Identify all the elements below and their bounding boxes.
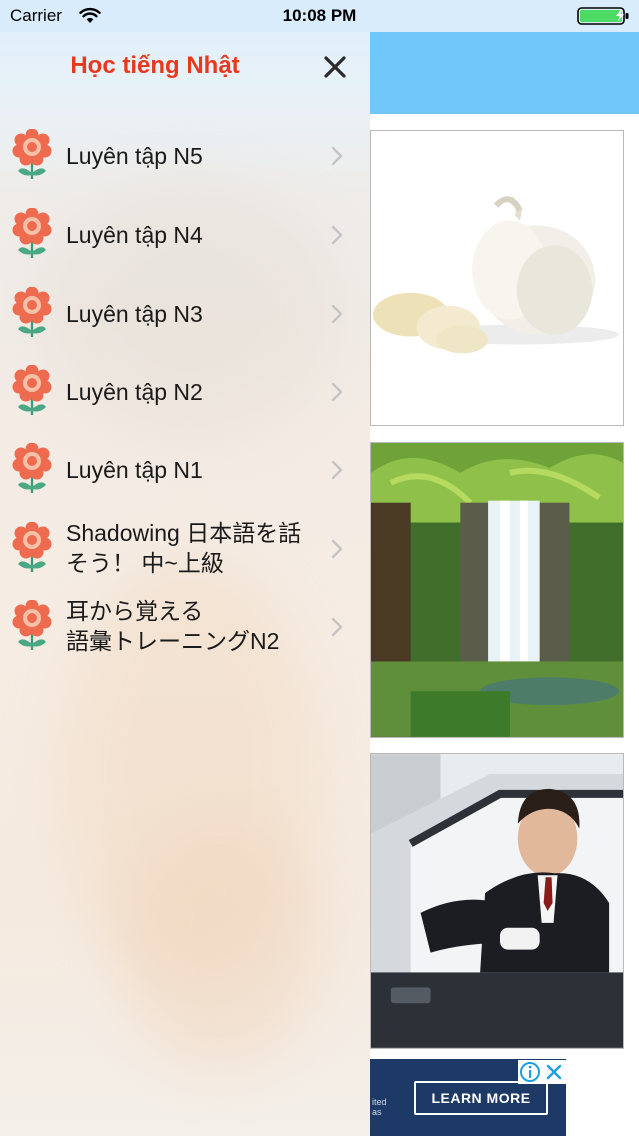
ad-info-icon[interactable]	[518, 1060, 542, 1084]
menu-item-luyen-tap-n4[interactable]: Luyên tập N4	[0, 196, 370, 274]
flower-icon	[12, 443, 52, 493]
ad-fine-print: ited as	[372, 1097, 387, 1117]
menu-item-luyen-tap-n1[interactable]: Luyên tập N1	[0, 431, 370, 509]
menu-item-luyen-tap-n5[interactable]: Luyên tập N5	[0, 117, 370, 195]
app-header-bar	[370, 32, 639, 114]
waterfall-image-card[interactable]	[370, 442, 624, 738]
menu-item-label: Luyên tập N5	[66, 143, 203, 169]
menu-item-shadowing[interactable]: Shadowing 日本語を話 そう！ 中~上級	[0, 510, 370, 588]
menu-item-luyen-tap-n2[interactable]: Luyên tập N2	[0, 353, 370, 431]
chevron-right-icon	[331, 304, 343, 324]
chevron-right-icon	[331, 617, 343, 637]
menu-item-label: Luyên tập N2	[66, 379, 203, 405]
drawer-background-blur	[120, 820, 320, 1070]
close-icon[interactable]	[318, 50, 352, 84]
menu-item-luyen-tap-n3[interactable]: Luyên tập N3	[0, 275, 370, 353]
menu-item-label: Luyên tập N3	[66, 301, 203, 327]
chevron-right-icon	[331, 382, 343, 402]
garlic-image-card[interactable]	[370, 130, 624, 426]
menu-item-label: Luyên tập N1	[66, 457, 203, 483]
flower-icon	[12, 522, 52, 572]
flower-icon	[12, 600, 52, 650]
waterfall-image	[371, 443, 623, 737]
flower-icon	[12, 129, 52, 179]
man-in-car-image-card[interactable]	[370, 753, 624, 1049]
menu-item-label: Luyên tập N4	[66, 222, 203, 248]
side-drawer: Học tiếng Nhật Luyên tập N5 Luyên tập N4…	[0, 0, 370, 1136]
flower-icon	[12, 208, 52, 258]
chevron-right-icon	[331, 539, 343, 559]
status-bar: Carrier 10:08 PM	[0, 0, 639, 32]
flower-icon	[12, 287, 52, 337]
chevron-right-icon	[331, 146, 343, 166]
chevron-right-icon	[331, 460, 343, 480]
status-time: 10:08 PM	[282, 6, 357, 25]
menu-item-label: 耳から覚える 語彙トレーニングN2	[66, 598, 280, 654]
garlic-image	[371, 131, 623, 425]
menu-item-vocabulary-n2[interactable]: 耳から覚える 語彙トレーニングN2	[0, 588, 370, 666]
flower-icon	[12, 365, 52, 415]
menu-item-label: Shadowing 日本語を話 そう！ 中~上級	[66, 520, 302, 576]
ad-close-icon[interactable]	[542, 1060, 566, 1084]
man-in-car-image	[371, 754, 623, 1048]
chevron-right-icon	[331, 225, 343, 245]
ad-learn-more-button[interactable]: LEARN MORE	[414, 1081, 548, 1115]
ad-right-filler	[566, 1059, 639, 1136]
battery-charging-icon	[577, 7, 629, 25]
drawer-title: Học tiếng Nhật	[70, 52, 240, 79]
